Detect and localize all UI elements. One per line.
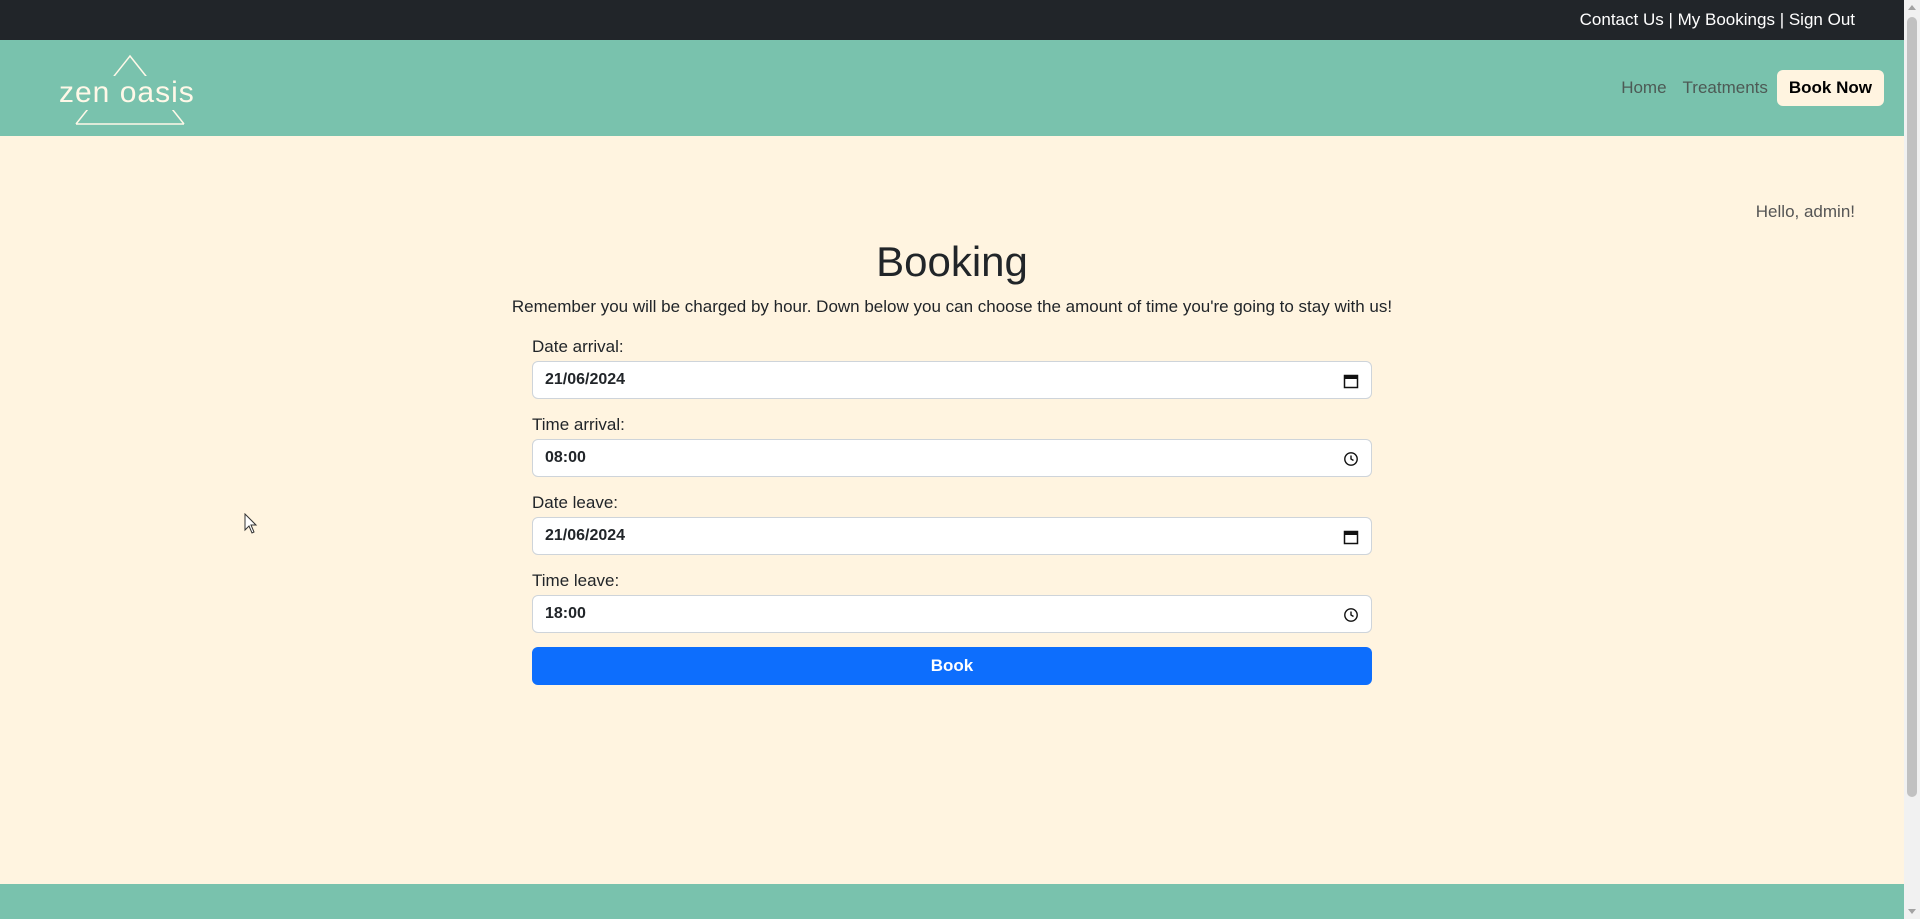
nav-treatments-link[interactable]: Treatments	[1683, 78, 1768, 98]
separator: |	[1668, 10, 1673, 29]
my-bookings-link[interactable]: My Bookings	[1678, 10, 1775, 29]
date-leave-label: Date leave:	[532, 493, 618, 512]
zen-oasis-logo[interactable]: zen oasis	[58, 54, 203, 126]
book-now-button[interactable]: Book Now	[1776, 70, 1884, 106]
time-leave-input[interactable]: 18:00	[532, 595, 1372, 633]
user-greeting: Hello, admin!	[1755, 202, 1855, 221]
time-arrival-label: Time arrival:	[532, 415, 625, 434]
account-links: Contact Us | My Bookings | Sign Out	[1580, 10, 1855, 30]
main-navbar: zen oasis Home Treatments Book Now	[0, 40, 1904, 136]
footer	[0, 884, 1904, 919]
clock-icon[interactable]	[1343, 451, 1359, 467]
time-leave-value: 18:00	[545, 605, 586, 622]
clock-icon[interactable]	[1343, 607, 1359, 623]
calendar-icon[interactable]	[1343, 373, 1359, 389]
vertical-scrollbar[interactable]	[1904, 0, 1920, 919]
date-leave-value: 21/06/2024	[545, 527, 626, 544]
date-arrival-input[interactable]: 21/06/2024	[532, 361, 1372, 399]
separator: |	[1779, 10, 1785, 29]
scrollbar-thumb[interactable]	[1907, 17, 1917, 797]
scroll-up-arrow-icon[interactable]	[1908, 5, 1916, 10]
scroll-down-arrow-icon[interactable]	[1908, 909, 1916, 914]
nav-home-link[interactable]: Home	[1621, 78, 1666, 98]
time-leave-label: Time leave:	[532, 571, 620, 590]
date-arrival-value: 21/06/2024	[545, 371, 626, 388]
logo-text: zen oasis	[59, 76, 195, 109]
book-submit-button[interactable]: Book	[532, 647, 1372, 685]
sign-out-link[interactable]: Sign Out	[1789, 10, 1855, 29]
time-arrival-input[interactable]: 08:00	[532, 439, 1372, 477]
page-title: Booking	[876, 238, 1028, 285]
nav-links: Home Treatments Book Now	[1605, 70, 1884, 106]
date-leave-input[interactable]: 21/06/2024	[532, 517, 1372, 555]
booking-form: Date arrival: 21/06/2024 Time arrival: 0…	[532, 337, 1372, 685]
calendar-icon[interactable]	[1343, 529, 1359, 545]
intro-text: Remember you will be charged by hour. Do…	[511, 297, 1393, 316]
top-bar: Contact Us | My Bookings | Sign Out	[0, 0, 1904, 40]
time-arrival-value: 08:00	[545, 449, 586, 466]
mouse-cursor-icon	[244, 513, 258, 534]
date-arrival-label: Date arrival:	[532, 337, 624, 356]
contact-us-link[interactable]: Contact Us	[1580, 10, 1664, 29]
